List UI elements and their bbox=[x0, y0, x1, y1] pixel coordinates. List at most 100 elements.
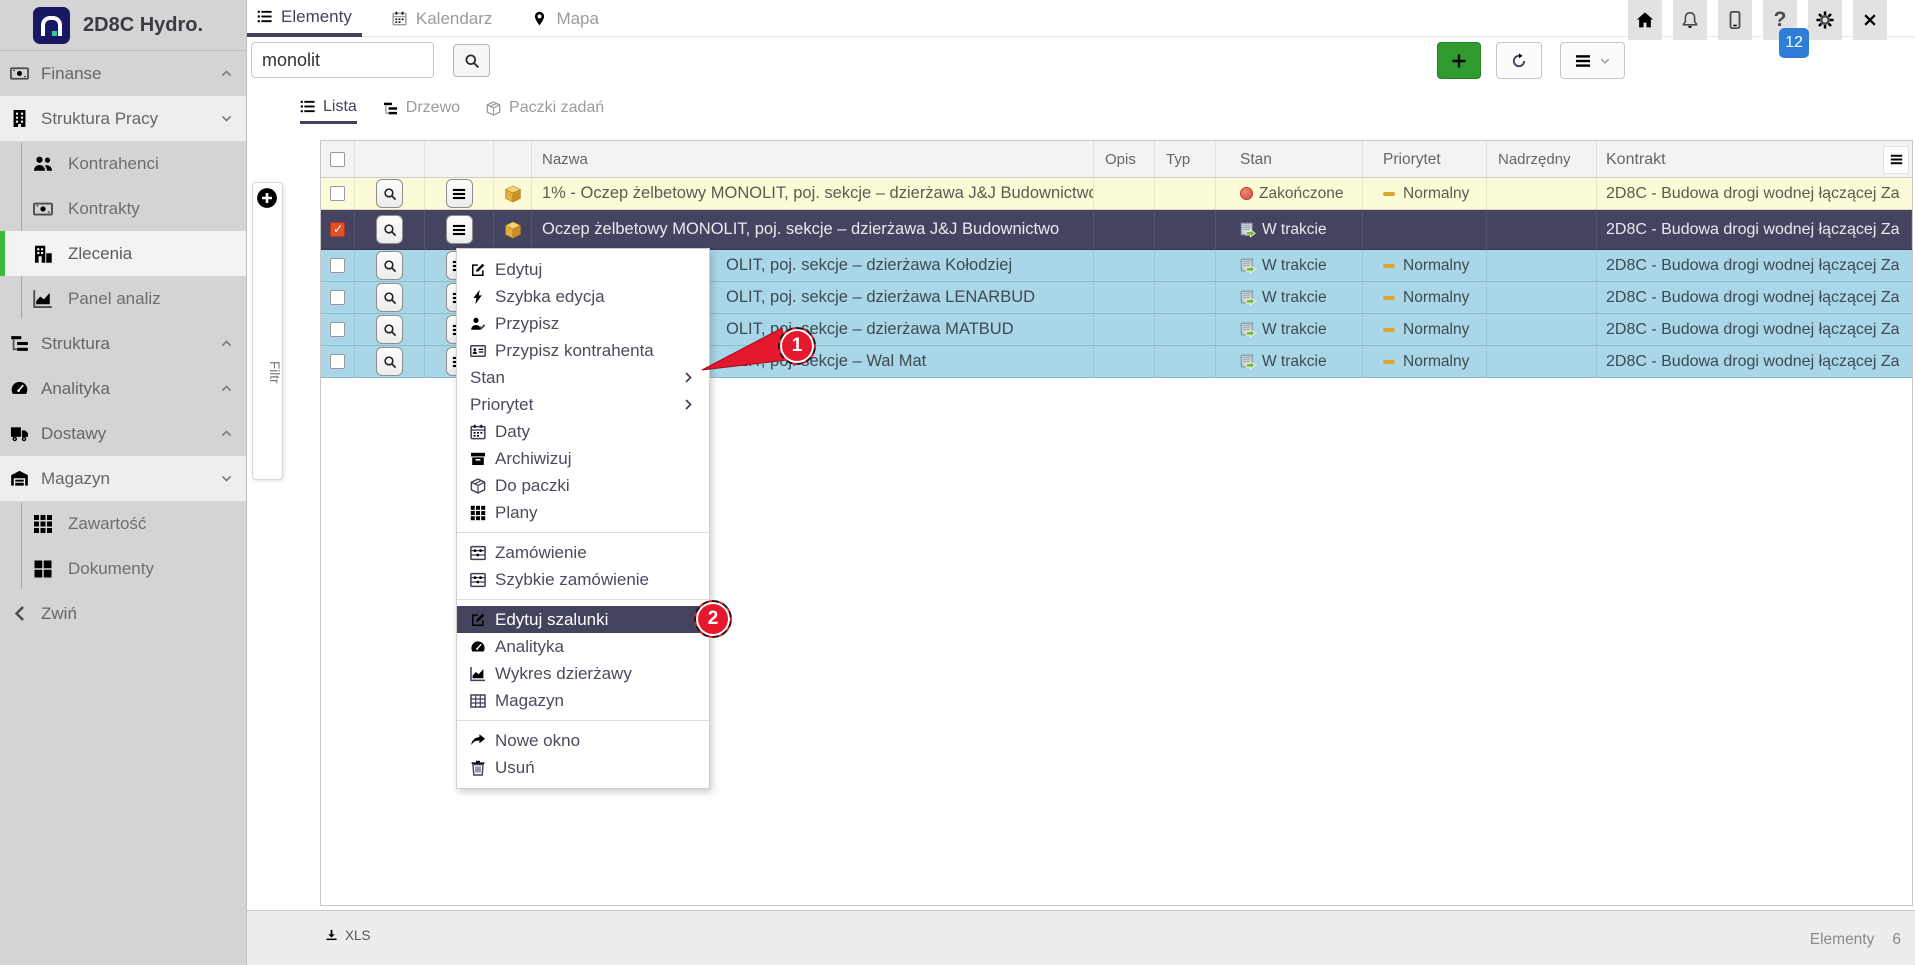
sidebar-item-kontrahenci[interactable]: Kontrahenci bbox=[0, 141, 246, 186]
home-button[interactable] bbox=[1628, 0, 1662, 40]
sidebar-item-zlecenia[interactable]: Zlecenia bbox=[0, 231, 246, 276]
row-checkbox[interactable] bbox=[321, 210, 355, 249]
sidebar-item-kontrakty[interactable]: Kontrakty bbox=[0, 186, 246, 231]
package-icon bbox=[470, 478, 486, 494]
sidebar-item-struktura-pracy[interactable]: Struktura Pracy bbox=[0, 96, 246, 141]
tree-icon bbox=[10, 334, 29, 353]
contract-label: 2D8C - Budowa drogi wodnej łączącej Za bbox=[1606, 221, 1899, 239]
add-filter-icon[interactable] bbox=[256, 187, 278, 209]
select-all-checkbox[interactable] bbox=[321, 141, 355, 177]
sidebar-item-struktura[interactable]: Struktura bbox=[0, 321, 246, 366]
menu-item-szybkie-zamowienie[interactable]: Szybkie zamówienie bbox=[457, 566, 709, 593]
sidebar-item-label: Zawartość bbox=[68, 514, 146, 534]
header-nazwa[interactable]: Nazwa bbox=[532, 141, 1094, 177]
menu-item-archiwizuj[interactable]: Archiwizuj bbox=[457, 445, 709, 472]
menu-item-priorytet[interactable]: Priorytet bbox=[457, 391, 709, 418]
sidebar-item-label: Kontrahenci bbox=[68, 154, 159, 174]
new-window-icon bbox=[470, 733, 486, 749]
menu-item-przypisz[interactable]: Przypisz bbox=[457, 310, 709, 337]
status-in-progress-icon bbox=[1240, 290, 1256, 306]
tab-mapa[interactable]: Mapa bbox=[522, 0, 609, 37]
settings-button[interactable] bbox=[1808, 0, 1842, 40]
search-input[interactable] bbox=[251, 42, 434, 78]
header-typ[interactable]: Typ bbox=[1155, 141, 1216, 177]
add-element-button[interactable] bbox=[1437, 42, 1481, 79]
filter-panel-tab[interactable]: Filtr bbox=[252, 182, 283, 480]
row-preview-button[interactable] bbox=[376, 215, 403, 244]
menu-item-do-paczki[interactable]: Do paczki bbox=[457, 472, 709, 499]
list-options-button[interactable] bbox=[1560, 42, 1625, 79]
notifications-button[interactable] bbox=[1673, 0, 1707, 40]
status-label: W trakcie bbox=[1262, 353, 1327, 371]
menu-item-analityka[interactable]: Analityka bbox=[457, 633, 709, 660]
tab-label: Paczki zadań bbox=[509, 99, 604, 117]
priority-normal-icon bbox=[1383, 192, 1395, 196]
table-row[interactable]: 1% - Oczep żelbetowy MONOLIT, poj. sekcj… bbox=[321, 178, 1912, 210]
mobile-icon bbox=[1726, 11, 1744, 29]
edit-icon bbox=[470, 612, 486, 628]
header-kontrakt[interactable]: Kontrakt bbox=[1597, 141, 1912, 177]
row-preview-button[interactable] bbox=[376, 347, 403, 376]
row-checkbox[interactable] bbox=[321, 178, 355, 209]
menu-item-plany[interactable]: Plany bbox=[457, 499, 709, 526]
table-columns-button[interactable] bbox=[1883, 146, 1909, 174]
sidebar-item-panel-analiz[interactable]: Panel analiz bbox=[0, 276, 246, 321]
row-checkbox[interactable] bbox=[321, 346, 355, 377]
row-menu-button[interactable] bbox=[446, 215, 473, 244]
chevron-up-icon bbox=[220, 67, 233, 80]
tab-drzewo[interactable]: Drzewo bbox=[383, 92, 460, 124]
sidebar-item-magazyn[interactable]: Magazyn bbox=[0, 456, 246, 501]
header-priorytet[interactable]: Priorytet bbox=[1363, 141, 1487, 177]
chevron-right-icon bbox=[682, 398, 695, 411]
menu-item-daty[interactable]: Daty bbox=[457, 418, 709, 445]
menu-item-stan[interactable]: Stan bbox=[457, 364, 709, 391]
row-menu-button[interactable] bbox=[446, 179, 473, 208]
squares-icon bbox=[33, 559, 53, 579]
sidebar-item-dostawy[interactable]: Dostawy bbox=[0, 411, 246, 456]
sidebar-item-dokumenty[interactable]: Dokumenty bbox=[0, 546, 246, 591]
trash-icon bbox=[470, 760, 486, 776]
row-preview-button[interactable] bbox=[376, 315, 403, 344]
tab-kalendarz[interactable]: Kalendarz bbox=[382, 0, 503, 37]
menu-item-przypisz-kontrahenta[interactable]: Przypisz kontrahenta bbox=[457, 337, 709, 364]
window-actions: ? bbox=[1628, 0, 1887, 40]
refresh-button[interactable] bbox=[1496, 42, 1542, 79]
sidebar-item-finanse[interactable]: Finanse bbox=[0, 51, 246, 96]
search-button[interactable] bbox=[453, 44, 490, 77]
menu-item-wykres-dzierzawy[interactable]: Wykres dzierżawy bbox=[457, 660, 709, 687]
menu-item-usun[interactable]: Usuń bbox=[457, 754, 709, 781]
row-checkbox[interactable] bbox=[321, 250, 355, 281]
row-preview-button[interactable] bbox=[376, 179, 403, 208]
elements-count: Elementy 6 bbox=[1810, 931, 1901, 949]
tab-lista[interactable]: Lista bbox=[300, 92, 357, 124]
menu-item-nowe-okno[interactable]: Nowe okno bbox=[457, 727, 709, 754]
plus-icon bbox=[1451, 53, 1467, 69]
sidebar-item-analityka[interactable]: Analityka bbox=[0, 366, 246, 411]
mobile-button[interactable] bbox=[1718, 0, 1752, 40]
tab-elementy[interactable]: Elementy bbox=[247, 0, 362, 37]
row-preview-button[interactable] bbox=[376, 283, 403, 312]
chart-icon bbox=[470, 666, 486, 682]
table-row-selected[interactable]: Oczep żelbetowy MONOLIT, poj. sekcje – d… bbox=[321, 210, 1912, 250]
chevron-left-icon bbox=[10, 604, 29, 623]
row-context-menu: Edytuj Szybka edycja Przypisz Przypisz k… bbox=[456, 248, 710, 789]
priority-normal-icon bbox=[1383, 296, 1395, 300]
menu-item-magazyn[interactable]: Magazyn bbox=[457, 687, 709, 714]
row-preview-button[interactable] bbox=[376, 251, 403, 280]
status-label: Zakończone bbox=[1259, 185, 1343, 203]
chevron-down-icon bbox=[220, 112, 233, 125]
menu-item-szybka-edycja[interactable]: Szybka edycja bbox=[457, 283, 709, 310]
menu-item-edytuj[interactable]: Edytuj bbox=[457, 256, 709, 283]
header-stan[interactable]: Stan bbox=[1216, 141, 1363, 177]
header-nadrzedny[interactable]: Nadrzędny bbox=[1487, 141, 1597, 177]
menu-item-edytuj-szalunki[interactable]: Edytuj szalunki bbox=[457, 606, 709, 633]
close-button[interactable] bbox=[1853, 0, 1887, 40]
header-opis[interactable]: Opis bbox=[1094, 141, 1155, 177]
tab-paczki-zadan[interactable]: Paczki zadań bbox=[486, 92, 604, 124]
sidebar-collapse-button[interactable]: Zwiń bbox=[0, 591, 246, 636]
row-checkbox[interactable] bbox=[321, 314, 355, 345]
sidebar-item-zawartosc[interactable]: Zawartość bbox=[0, 501, 246, 546]
export-xls-button[interactable]: XLS bbox=[325, 928, 371, 943]
row-checkbox[interactable] bbox=[321, 282, 355, 313]
menu-item-zamowienie[interactable]: Zamówienie bbox=[457, 539, 709, 566]
